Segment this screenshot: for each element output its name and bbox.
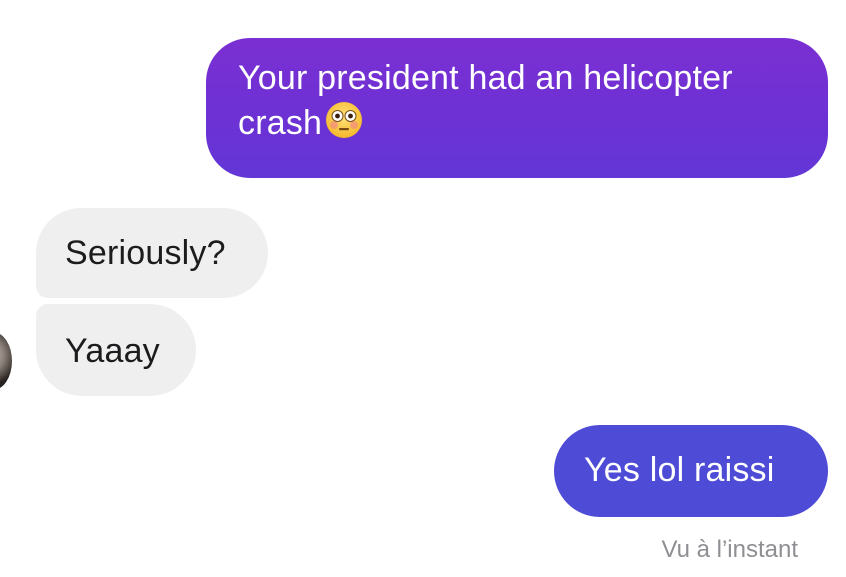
message-text: Yaaay xyxy=(65,332,160,370)
chat-thread: Your president had an helicopter crash S… xyxy=(0,0,846,577)
message-text: Seriously? xyxy=(65,234,226,272)
sent-message-bubble[interactable]: Your president had an helicopter crash xyxy=(206,38,828,178)
flushed-face-emoji-icon xyxy=(326,102,363,138)
contact-avatar[interactable] xyxy=(0,332,12,390)
sent-message-bubble[interactable]: Yes lol raissi xyxy=(554,425,828,517)
received-message-bubble[interactable]: Yaaay xyxy=(36,304,196,396)
message-text: Yes lol raissi xyxy=(584,451,775,489)
received-message-bubble[interactable]: Seriously? xyxy=(36,208,268,298)
message-text: Your president had an helicopter crash xyxy=(238,59,733,142)
seen-status: Vu à l’instant xyxy=(661,536,798,563)
